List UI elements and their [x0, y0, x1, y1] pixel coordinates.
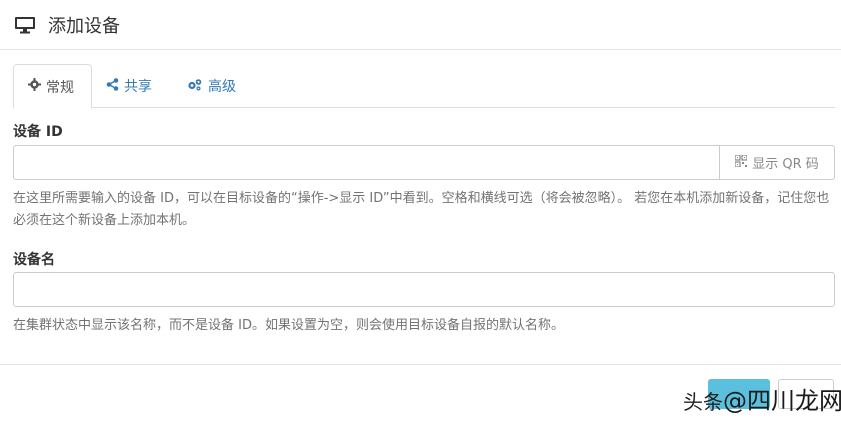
- tab-general[interactable]: 常规: [13, 64, 92, 109]
- device-id-label: 设备 ID: [13, 124, 63, 140]
- dialog-header: 添加设备: [0, 0, 841, 50]
- cogs-icon: [187, 78, 203, 95]
- device-name-label: 设备名: [13, 252, 55, 268]
- share-icon: [106, 77, 119, 95]
- tab-bar: 常规 共享 高级: [13, 64, 835, 109]
- device-name-help: 在集群状态中显示该名称，而不是设备 ID。如果设置为空，则会使用目标设备自报的默…: [13, 318, 564, 333]
- tab-advanced[interactable]: 高级: [173, 64, 265, 108]
- add-device-dialog: 添加设备 常规 共享 高级 设备 ID 显示 QR 码 在这里所需要输入的设备 …: [0, 0, 841, 421]
- qrcode-icon: [734, 153, 748, 171]
- device-id-group: 显示 QR 码: [13, 145, 835, 180]
- show-qr-button[interactable]: 显示 QR 码: [719, 145, 835, 180]
- dialog-title: 添加设备: [48, 15, 120, 37]
- device-id-input[interactable]: [13, 145, 719, 180]
- tab-sharing-label: 共享: [124, 79, 152, 95]
- watermark-mid: @四川龙网: [723, 387, 841, 415]
- watermark-left: 头条: [683, 390, 723, 414]
- device-id-help: 在这里所需要输入的设备 ID，可以在目标设备的“操作->显示 ID”中看到。空格…: [13, 191, 830, 228]
- tab-advanced-label: 高级: [208, 79, 236, 95]
- device-name-input[interactable]: [13, 272, 835, 307]
- tab-general-label: 常规: [46, 79, 74, 96]
- watermark: 头条@四川龙网g: [683, 381, 841, 416]
- gear-icon: [28, 78, 41, 95]
- monitor-icon: [14, 16, 36, 34]
- show-qr-label: 显示 QR 码: [752, 157, 819, 172]
- tab-sharing[interactable]: 共享: [92, 64, 172, 108]
